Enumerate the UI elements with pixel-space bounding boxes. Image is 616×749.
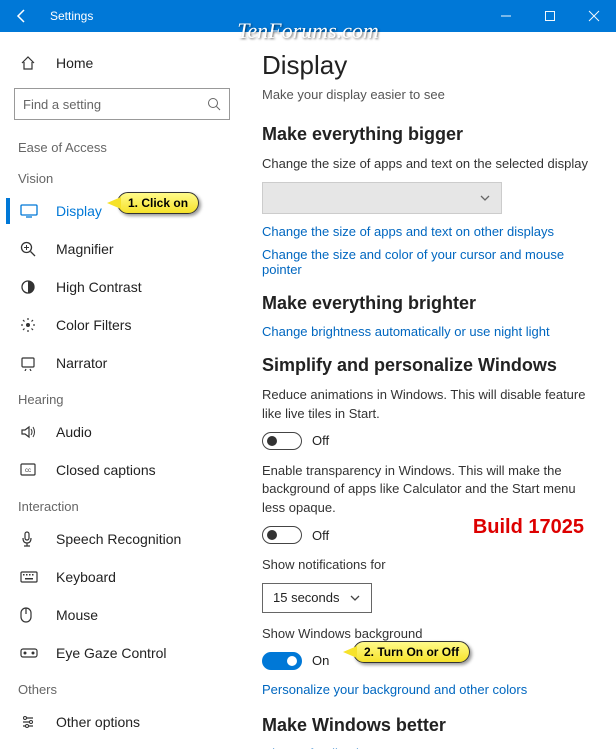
magnifier-icon: [20, 241, 38, 257]
captions-icon: cc: [20, 463, 38, 477]
notifications-value: 15 seconds: [273, 590, 340, 605]
sidebar: Home Find a setting Ease of Access Visio…: [0, 32, 244, 749]
sidebar-item-label: Keyboard: [56, 569, 116, 585]
callout-step-1: 1. Click on: [117, 192, 199, 214]
build-annotation: Build 17025: [473, 516, 584, 539]
svg-text:cc: cc: [25, 468, 31, 474]
transparency-toggle-state: Off: [312, 528, 329, 543]
section-bigger-title: Make everything bigger: [262, 124, 596, 145]
sidebar-item-label: Eye Gaze Control: [56, 645, 167, 661]
page-title: Display: [262, 50, 596, 81]
sidebar-item-audio[interactable]: Audio: [6, 413, 238, 451]
sidebar-item-mouse[interactable]: Mouse: [6, 596, 238, 634]
section-brighter-title: Make everything brighter: [262, 293, 596, 314]
window-titlebar: Settings: [0, 0, 616, 32]
search-placeholder: Find a setting: [23, 97, 101, 112]
sidebar-home[interactable]: Home: [6, 46, 238, 80]
sidebar-item-label: High Contrast: [56, 279, 142, 295]
sidebar-item-magnifier[interactable]: Magnifier: [6, 230, 238, 268]
sidebar-item-other[interactable]: Other options: [6, 703, 238, 741]
chevron-down-icon: [349, 592, 361, 604]
mouse-icon: [20, 607, 38, 623]
notifications-dropdown[interactable]: 15 seconds: [262, 583, 372, 613]
sidebar-item-color-filters[interactable]: Color Filters: [6, 306, 238, 344]
close-button[interactable]: [572, 0, 616, 32]
background-toggle[interactable]: [262, 652, 302, 670]
sidebar-home-label: Home: [56, 55, 93, 71]
mic-icon: [20, 531, 38, 547]
notifications-label: Show notifications for: [262, 556, 596, 575]
keyboard-icon: [20, 571, 38, 583]
page-subtitle: Make your display easier to see: [262, 87, 596, 102]
home-icon: [20, 55, 38, 71]
chevron-down-icon: [479, 192, 491, 204]
sidebar-group-vision: Vision: [6, 161, 238, 192]
sidebar-section-header: Ease of Access: [6, 134, 238, 161]
sidebar-item-eye-gaze[interactable]: Eye Gaze Control: [6, 634, 238, 672]
sidebar-item-narrator[interactable]: Narrator: [6, 344, 238, 382]
sidebar-item-label: Color Filters: [56, 317, 131, 333]
maximize-icon: [544, 10, 556, 22]
contrast-icon: [20, 279, 38, 295]
sidebar-group-interaction: Interaction: [6, 489, 238, 520]
link-other-displays[interactable]: Change the size of apps and text on othe…: [262, 224, 596, 239]
display-icon: [20, 204, 38, 218]
link-brightness[interactable]: Change brightness automatically or use n…: [262, 324, 596, 339]
sidebar-item-label: Narrator: [56, 355, 107, 371]
close-icon: [588, 10, 600, 22]
options-icon: [20, 714, 38, 730]
sidebar-item-label: Magnifier: [56, 241, 114, 257]
back-button[interactable]: [0, 0, 44, 32]
link-personalize[interactable]: Personalize your background and other co…: [262, 682, 596, 697]
sidebar-item-label: Audio: [56, 424, 92, 440]
window-title: Settings: [44, 9, 93, 23]
transparency-toggle[interactable]: [262, 526, 302, 544]
link-cursor-pointer[interactable]: Change the size and color of your cursor…: [262, 247, 596, 277]
sidebar-item-keyboard[interactable]: Keyboard: [6, 558, 238, 596]
eye-icon: [20, 647, 38, 659]
maximize-button[interactable]: [528, 0, 572, 32]
callout-step-2: 2. Turn On or Off: [353, 641, 470, 663]
color-filters-icon: [20, 317, 38, 333]
sidebar-item-label: Mouse: [56, 607, 98, 623]
section-better-title: Make Windows better: [262, 715, 596, 736]
sidebar-item-high-contrast[interactable]: High Contrast: [6, 268, 238, 306]
sidebar-item-label: Closed captions: [56, 462, 156, 478]
sidebar-group-others: Others: [6, 672, 238, 703]
background-toggle-state: On: [312, 653, 329, 668]
sidebar-item-label: Other options: [56, 714, 140, 730]
search-input[interactable]: Find a setting: [14, 88, 230, 120]
search-icon: [207, 97, 221, 111]
arrow-left-icon: [14, 8, 30, 24]
sidebar-item-speech[interactable]: Speech Recognition: [6, 520, 238, 558]
section-bigger-desc: Change the size of apps and text on the …: [262, 155, 596, 174]
sidebar-item-label: Speech Recognition: [56, 531, 181, 547]
sidebar-item-label: Display: [56, 203, 102, 219]
section-simplify-title: Simplify and personalize Windows: [262, 355, 596, 376]
audio-icon: [20, 424, 38, 440]
sidebar-item-closed-captions[interactable]: cc Closed captions: [6, 451, 238, 489]
animations-toggle[interactable]: [262, 432, 302, 450]
narrator-icon: [20, 355, 38, 371]
transparency-desc: Enable transparency in Windows. This wil…: [262, 462, 596, 519]
animations-desc: Reduce animations in Windows. This will …: [262, 386, 596, 424]
minimize-button[interactable]: [484, 0, 528, 32]
sidebar-group-hearing: Hearing: [6, 382, 238, 413]
animations-toggle-state: Off: [312, 433, 329, 448]
minimize-icon: [500, 10, 512, 22]
display-scale-dropdown[interactable]: [262, 182, 502, 214]
